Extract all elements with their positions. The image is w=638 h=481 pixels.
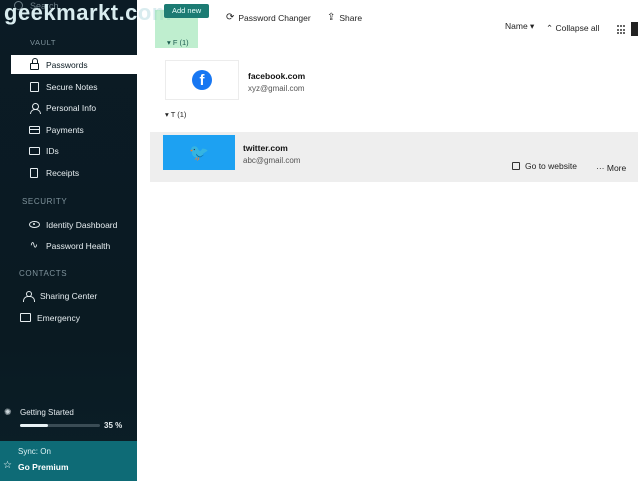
item-title: twitter.com	[243, 143, 288, 153]
collapse-all-label: Collapse all	[555, 23, 600, 33]
star-icon: ☆	[3, 460, 12, 471]
go-to-website-button[interactable]: Go to website	[512, 161, 577, 171]
item-email: xyz@gmail.com	[248, 84, 305, 93]
sort-dropdown[interactable]: Name ▾	[505, 21, 534, 32]
getting-started-label: Getting Started	[20, 408, 74, 417]
sidebar-item-label: Sharing Center	[40, 290, 98, 301]
go-to-website-label: Go to website	[525, 161, 577, 171]
pulse-icon: ∿	[29, 239, 39, 251]
sync-premium-panel: Sync: On ☆ Go Premium	[0, 441, 137, 481]
person-icon	[28, 102, 41, 114]
sidebar-item-personal-info[interactable]: Personal Info	[0, 98, 137, 117]
list-item-twitter[interactable]: 🐦 twitter.com abc@gmail.com Go to websit…	[150, 132, 638, 182]
sidebar-item-label: Payments	[46, 124, 84, 135]
progress-fill	[20, 424, 48, 427]
grid-view-icon[interactable]	[617, 25, 627, 35]
card-icon	[28, 124, 40, 136]
facebook-logo-tile: f	[165, 60, 239, 100]
password-changer-label: Password Changer	[238, 12, 311, 23]
eye-icon	[28, 219, 40, 231]
share-label: Share	[339, 12, 363, 23]
share-button[interactable]: ⇪ Share	[327, 12, 362, 23]
receipt-icon	[28, 167, 40, 179]
list-item-facebook[interactable]: f facebook.com xyz@gmail.com	[150, 58, 638, 102]
sidebar-item-label: Identity Dashboard	[46, 219, 118, 230]
sidebar-item-identity-dashboard[interactable]: Identity Dashboard	[0, 215, 137, 234]
share-icon: ⇪	[327, 12, 336, 23]
sidebar-item-label: Emergency	[37, 312, 80, 323]
sidebar-item-passwords[interactable]: Passwords	[11, 55, 137, 74]
note-icon	[28, 81, 40, 93]
group-header-f[interactable]: ▾ F (1)	[167, 38, 189, 47]
facebook-icon: f	[192, 70, 212, 90]
password-changer-button[interactable]: ⟳ Password Changer	[226, 12, 311, 23]
sidebar-item-label: Secure Notes	[46, 81, 98, 92]
sidebar-item-ids[interactable]: IDs	[0, 141, 137, 160]
more-label: More	[606, 163, 627, 173]
emergency-icon	[19, 312, 31, 324]
id-icon	[28, 145, 40, 157]
sidebar-item-password-health[interactable]: ∿ Password Health	[0, 236, 137, 255]
list-view-icon[interactable]	[631, 22, 638, 36]
sharing-icon	[22, 290, 35, 302]
group-header-t[interactable]: ▾ T (1)	[165, 110, 186, 119]
lock-icon	[28, 57, 40, 71]
item-title: facebook.com	[248, 71, 306, 81]
lightbulb-icon: ✺	[4, 407, 12, 417]
contacts-section-label: CONTACTS	[19, 269, 68, 278]
getting-started-progress	[20, 424, 100, 427]
sync-status: Sync: On	[18, 447, 51, 456]
getting-started-percent: 35 %	[104, 421, 123, 430]
sidebar-item-label: Passwords	[46, 59, 88, 70]
item-email: abc@gmail.com	[243, 156, 301, 165]
sidebar-item-payments[interactable]: Payments	[0, 120, 137, 139]
external-link-icon	[512, 162, 520, 170]
twitter-icon: 🐦	[163, 135, 235, 170]
vault-section-label: VAULT	[30, 38, 57, 47]
sidebar-item-label: Receipts	[46, 167, 80, 178]
sidebar-item-label: Personal Info	[46, 102, 97, 113]
go-premium-link[interactable]: Go Premium	[18, 462, 69, 472]
sidebar: Search VAULT Passwords Secure Notes Pers…	[0, 0, 137, 481]
refresh-icon: ⟳	[226, 12, 235, 23]
watermark: geekmarkt.com	[4, 0, 172, 25]
collapse-all-button[interactable]: ⌃ Collapse all	[546, 23, 599, 34]
sidebar-item-label: IDs	[46, 145, 59, 156]
add-new-button[interactable]: Add new	[164, 4, 210, 18]
sidebar-item-sharing-center[interactable]: Sharing Center	[0, 286, 137, 305]
sidebar-item-label: Password Health	[46, 240, 111, 251]
sidebar-item-emergency[interactable]: Emergency	[0, 308, 137, 327]
getting-started[interactable]: ✺ Getting Started 35 %	[0, 403, 137, 437]
sidebar-item-secure-notes[interactable]: Secure Notes	[0, 77, 137, 96]
security-section-label: SECURITY	[22, 197, 68, 206]
chevron-up-icon: ⌃	[546, 23, 554, 33]
sidebar-item-receipts[interactable]: Receipts	[0, 163, 137, 182]
ellipsis-icon: ···	[596, 163, 607, 173]
more-button[interactable]: ··· More	[596, 163, 626, 173]
